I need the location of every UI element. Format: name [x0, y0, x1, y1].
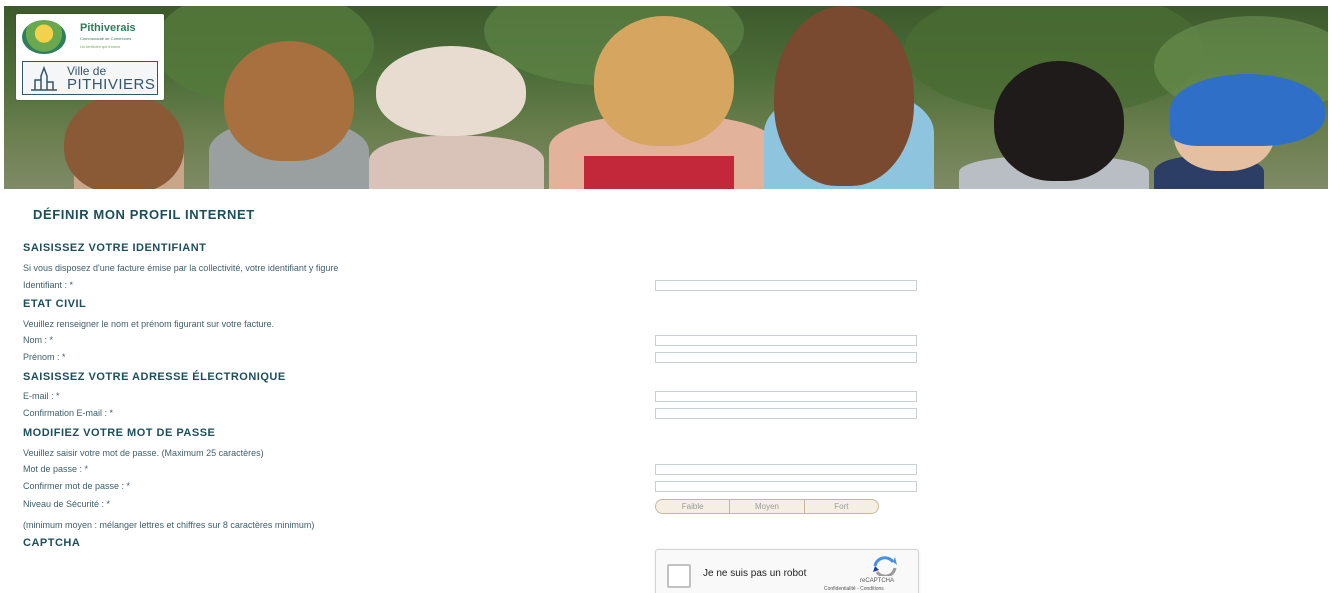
prenom-label: Prénom : * — [23, 352, 66, 362]
nom-label: Nom : * — [23, 335, 54, 345]
logo-name: Pithiverais — [80, 22, 136, 34]
etat-civil-help: Veuillez renseigner le nom et prénom fig… — [23, 319, 275, 329]
identifiant-input[interactable] — [655, 280, 917, 291]
recaptcha-brand: reCAPTCHA — [860, 578, 895, 584]
logo-tagline: Un territoire qui innove — [80, 44, 121, 49]
pithiverais-emblem-icon — [22, 20, 66, 54]
recaptcha-checkbox[interactable] — [667, 564, 691, 588]
strength-level-fort: Fort — [834, 502, 849, 511]
page-title: DÉFINIR MON PROFIL INTERNET — [33, 207, 255, 222]
password-help: Veuillez saisir votre mot de passe. (Max… — [23, 448, 264, 458]
section-title-email: SAISISSEZ VOTRE ADRESSE ÉLECTRONIQUE — [23, 371, 286, 383]
church-icon — [31, 66, 57, 91]
identifiant-label: Identifiant : * — [23, 280, 74, 290]
password-label: Mot de passe : * — [23, 464, 89, 474]
password-input[interactable] — [655, 464, 917, 475]
pithiverais-logo: Pithiverais Communauté de Communes Un te… — [20, 18, 160, 58]
email-confirm-label: Confirmation E-mail : * — [23, 408, 114, 418]
child-figure — [369, 136, 544, 189]
strength-level-faible: Faible — [656, 500, 731, 513]
email-confirm-input[interactable] — [655, 408, 917, 419]
section-title-captcha: CAPTCHA — [23, 537, 81, 549]
recaptcha-label: Je ne suis pas un robot — [703, 568, 807, 579]
header-banner: Pithiverais Communauté de Communes Un te… — [4, 6, 1328, 189]
child-figure — [64, 94, 184, 189]
strength-level-moyen: Moyen — [730, 500, 805, 513]
email-label: E-mail : * — [23, 391, 60, 401]
password-confirm-input[interactable] — [655, 481, 917, 492]
child-figure — [224, 41, 354, 161]
prenom-input[interactable] — [655, 352, 917, 363]
recaptcha-links[interactable]: Confidentialité - Conditions — [824, 586, 884, 592]
nom-input[interactable] — [655, 335, 917, 346]
section-title-identifiant: SAISISSEZ VOTRE IDENTIFIANT — [23, 242, 207, 254]
identifiant-help: Si vous disposez d'une facture émise par… — [23, 263, 339, 273]
recaptcha-icon — [873, 556, 897, 576]
city-name: PITHIVIERS — [67, 76, 156, 93]
child-figure — [774, 6, 914, 186]
section-title-etat-civil: ETAT CIVIL — [23, 298, 87, 310]
section-title-password: MODIFIEZ VOTRE MOT DE PASSE — [23, 427, 216, 439]
logo-subtitle: Communauté de Communes — [80, 36, 132, 41]
child-figure — [584, 156, 734, 189]
child-figure — [994, 61, 1124, 181]
password-strength-meter: Faible Moyen Fort — [655, 499, 879, 514]
email-input[interactable] — [655, 391, 917, 402]
city-logo: Ville de PITHIVIERS — [22, 61, 158, 95]
security-level-label: Niveau de Sécurité : * — [23, 499, 111, 509]
child-figure — [1170, 74, 1325, 146]
password-hint: (minimum moyen : mélanger lettres et chi… — [23, 520, 315, 530]
child-figure — [376, 46, 526, 136]
logo[interactable]: Pithiverais Communauté de Communes Un te… — [16, 14, 164, 100]
recaptcha-widget: Je ne suis pas un robot reCAPTCHA Confid… — [655, 549, 919, 593]
child-figure — [594, 16, 734, 146]
password-confirm-label: Confirmer mot de passe : * — [23, 481, 131, 491]
